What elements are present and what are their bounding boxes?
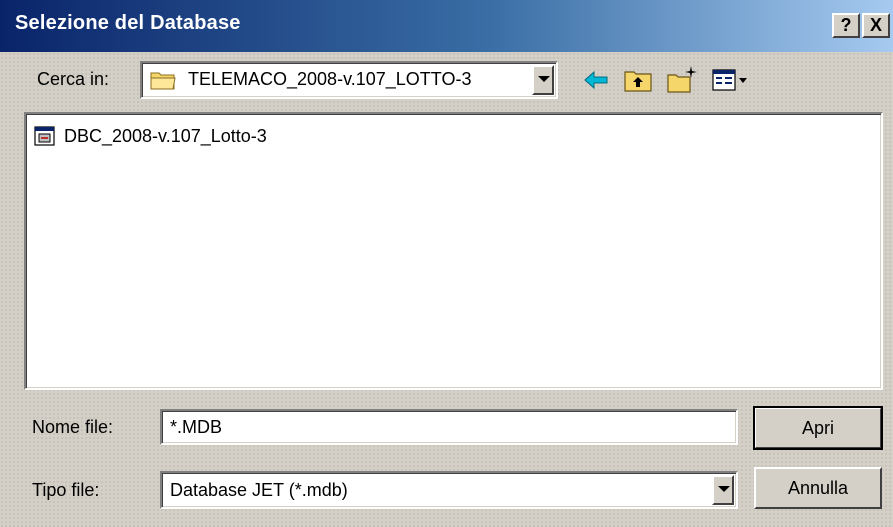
look-in-value: TELEMACO_2008-v.107_LOTTO-3 [188, 69, 472, 89]
file-list[interactable]: DBC_2008-v.107_Lotto-3 [24, 112, 883, 390]
look-in-combo[interactable]: TELEMACO_2008-v.107_LOTTO-3 [140, 61, 558, 99]
file-type-value: Database JET (*.mdb) [170, 480, 348, 500]
close-button[interactable]: X [862, 13, 890, 38]
file-name-field[interactable]: *.MDB [160, 409, 738, 445]
file-type-label: Tipo file: [32, 480, 100, 500]
window-title: Selezione del Database [15, 12, 241, 34]
back-arrow-icon[interactable] [580, 64, 612, 96]
up-folder-icon[interactable] [622, 64, 654, 96]
file-name: DBC_2008-v.107_Lotto-3 [64, 126, 267, 146]
help-button[interactable]: ? [832, 13, 860, 38]
title-bar[interactable]: Selezione del Database ? X [0, 0, 893, 52]
file-open-dialog: Selezione del Database ? X Cerca in: TEL… [0, 0, 893, 527]
database-file-icon [34, 125, 56, 152]
folder-icon [150, 69, 176, 96]
look-in-dropdown-arrow[interactable] [532, 65, 554, 95]
file-type-combo[interactable]: Database JET (*.mdb) [160, 471, 738, 509]
look-in-label: Cerca in: [37, 69, 110, 89]
view-menu-icon[interactable] [710, 64, 758, 96]
cancel-button[interactable]: Annulla [754, 467, 882, 509]
open-button[interactable]: Apri [753, 406, 883, 450]
file-type-dropdown-arrow[interactable] [712, 475, 734, 505]
file-name-value: *.MDB [170, 417, 223, 437]
file-name-label: Nome file: [32, 417, 114, 437]
new-folder-icon[interactable] [666, 64, 698, 96]
